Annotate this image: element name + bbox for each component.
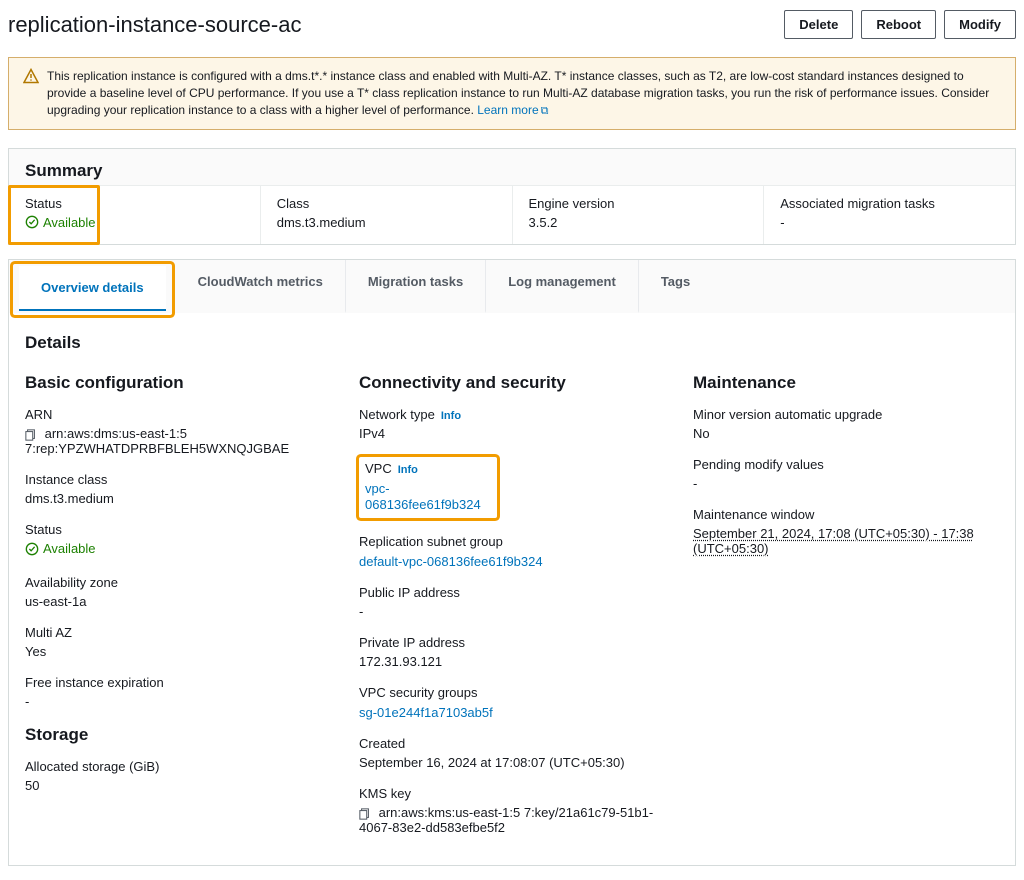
- maintenance-col: Maintenance Minor version automatic upgr…: [693, 369, 999, 851]
- copy-icon[interactable]: [25, 429, 37, 441]
- summary-heading: Summary: [25, 161, 999, 181]
- modify-button[interactable]: Modify: [944, 10, 1016, 39]
- instance-class-label: Instance class: [25, 472, 331, 487]
- subnet-group-link[interactable]: default-vpc-068136fee61f9b324: [359, 554, 543, 569]
- copy-icon[interactable]: [359, 808, 371, 820]
- created-value: September 16, 2024 at 17:08:07 (UTC+05:3…: [359, 755, 665, 770]
- storage-heading: Storage: [25, 725, 331, 745]
- basic-configuration-col: Basic configuration ARN arn:aws:dms:us-e…: [25, 369, 331, 851]
- connectivity-col: Connectivity and security Network typeIn…: [359, 369, 665, 851]
- az-value: us-east-1a: [25, 594, 331, 609]
- warning-icon: [23, 68, 41, 119]
- private-ip-label: Private IP address: [359, 635, 665, 650]
- allocated-storage-label: Allocated storage (GiB): [25, 759, 331, 774]
- engine-value: 3.5.2: [529, 215, 748, 230]
- status-badge: Available: [25, 215, 96, 230]
- details-heading: Details: [25, 333, 999, 353]
- free-expiration-label: Free instance expiration: [25, 675, 331, 690]
- basic-status-value: Available: [25, 541, 96, 556]
- tab-overview-details[interactable]: Overview details: [19, 266, 166, 311]
- public-ip-label: Public IP address: [359, 585, 665, 600]
- public-ip-value: -: [359, 604, 665, 619]
- security-groups-label: VPC security groups: [359, 685, 665, 700]
- tabs: Overview details CloudWatch metrics Migr…: [9, 260, 1015, 313]
- class-label: Class: [277, 196, 496, 211]
- basic-configuration-heading: Basic configuration: [25, 373, 331, 393]
- connectivity-heading: Connectivity and security: [359, 373, 665, 393]
- free-expiration-value: -: [25, 694, 331, 709]
- vpc-label: VPCInfo: [365, 461, 487, 476]
- page-title: replication-instance-source-ac: [8, 12, 301, 38]
- tab-migration-tasks[interactable]: Migration tasks: [345, 260, 485, 313]
- multiaz-value: Yes: [25, 644, 331, 659]
- tab-cloudwatch-metrics[interactable]: CloudWatch metrics: [176, 260, 345, 313]
- arn-label: ARN: [25, 407, 331, 422]
- minor-upgrade-label: Minor version automatic upgrade: [693, 407, 999, 422]
- status-label: Status: [25, 196, 244, 211]
- kms-key-value: arn:aws:kms:us-east-1:5 7:key/21a61c79-5…: [359, 805, 665, 835]
- minor-upgrade-value: No: [693, 426, 999, 441]
- basic-status-label: Status: [25, 522, 331, 537]
- multi-az-warning: This replication instance is configured …: [8, 57, 1016, 130]
- security-group-link[interactable]: sg-01e244f1a7103ab5f: [359, 705, 493, 720]
- tasks-value: -: [780, 215, 999, 230]
- external-link-icon: ⧉: [541, 105, 549, 117]
- vpc-link[interactable]: vpc-068136fee61f9b324: [365, 481, 481, 512]
- tab-tags[interactable]: Tags: [638, 260, 712, 313]
- class-value: dms.t3.medium: [277, 215, 496, 230]
- private-ip-value: 172.31.93.121: [359, 654, 665, 669]
- kms-key-label: KMS key: [359, 786, 665, 801]
- delete-button[interactable]: Delete: [784, 10, 853, 39]
- network-type-value: IPv4: [359, 426, 665, 441]
- created-label: Created: [359, 736, 665, 751]
- instance-class-value: dms.t3.medium: [25, 491, 331, 506]
- tab-log-management[interactable]: Log management: [485, 260, 638, 313]
- pending-modify-label: Pending modify values: [693, 457, 999, 472]
- maintenance-heading: Maintenance: [693, 373, 999, 393]
- details-panel: Overview details CloudWatch metrics Migr…: [8, 259, 1016, 866]
- info-link[interactable]: Info: [398, 464, 418, 476]
- info-link[interactable]: Info: [441, 410, 461, 422]
- engine-label: Engine version: [529, 196, 748, 211]
- reboot-button[interactable]: Reboot: [861, 10, 936, 39]
- maintenance-window-label: Maintenance window: [693, 507, 999, 522]
- maintenance-window-value: September 21, 2024, 17:08 (UTC+05:30) - …: [693, 526, 999, 556]
- subnet-group-label: Replication subnet group: [359, 534, 665, 549]
- allocated-storage-value: 50: [25, 778, 331, 793]
- summary-panel: Summary Status Available Class dms.t3.me…: [8, 148, 1016, 246]
- multiaz-label: Multi AZ: [25, 625, 331, 640]
- pending-modify-value: -: [693, 476, 999, 491]
- learn-more-link[interactable]: Learn more⧉: [477, 103, 548, 117]
- header-actions: Delete Reboot Modify: [784, 10, 1016, 39]
- tasks-label: Associated migration tasks: [780, 196, 999, 211]
- network-type-label: Network typeInfo: [359, 407, 665, 422]
- arn-value: arn:aws:dms:us-east-1:5 7:rep:YPZWHATDPR…: [25, 426, 331, 456]
- az-label: Availability zone: [25, 575, 331, 590]
